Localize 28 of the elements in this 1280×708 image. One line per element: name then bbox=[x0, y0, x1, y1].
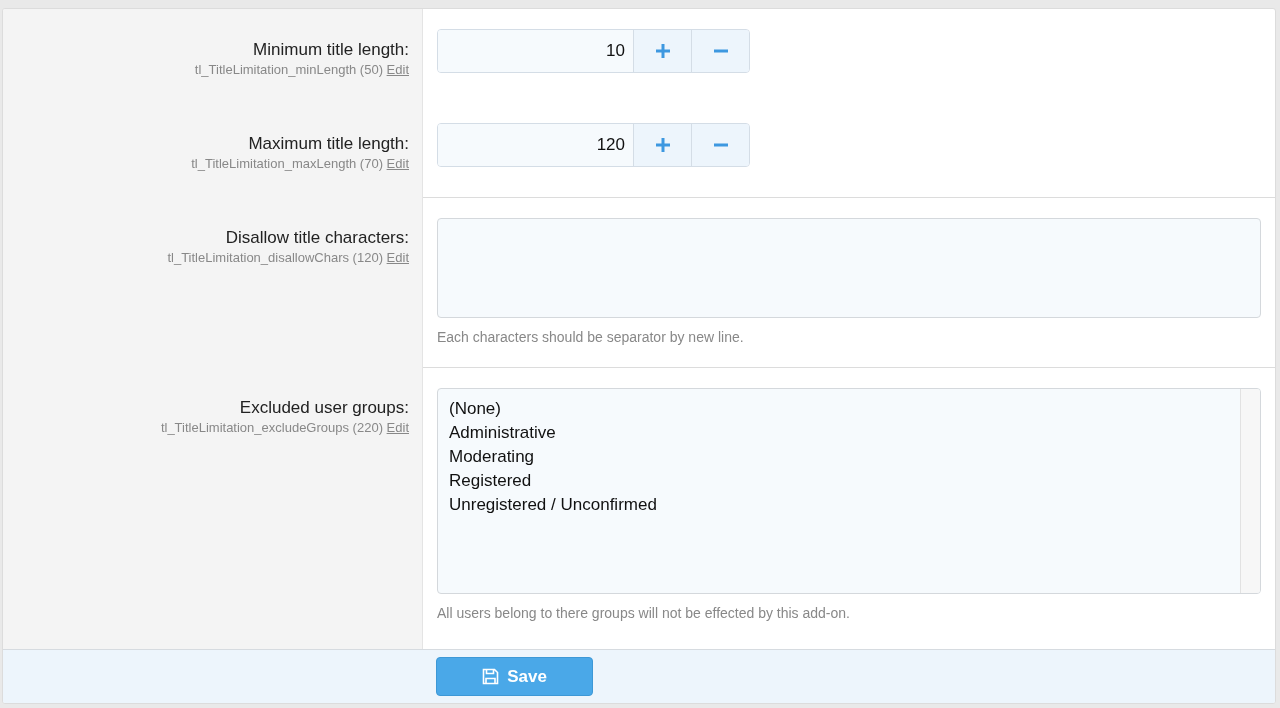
plus-icon bbox=[655, 138, 670, 152]
list-option[interactable]: (None) bbox=[449, 397, 1229, 421]
text-area[interactable] bbox=[437, 218, 1261, 318]
minus-icon bbox=[713, 143, 728, 147]
phrase-name: tl_TitleLimitation_disallowChars (120) Edit bbox=[167, 249, 409, 267]
field-label: Minimum title length: bbox=[253, 39, 409, 61]
increment-button[interactable] bbox=[633, 124, 691, 166]
list-option[interactable]: Unregistered / Unconfirmed bbox=[449, 493, 1229, 517]
number-stepper[interactable]: 120 bbox=[437, 123, 750, 167]
number-stepper[interactable]: 10 bbox=[437, 29, 750, 73]
list-option[interactable]: Moderating bbox=[449, 445, 1229, 469]
plus-icon bbox=[655, 44, 670, 58]
hint-text: All users belong to there groups will not be effected by this add-on. bbox=[437, 605, 851, 621]
phrase-name: tl_TitleLimitation_minLength (50) Edit bbox=[194, 61, 409, 79]
hint-text: Each characters should be separator by new line. bbox=[437, 329, 745, 345]
decrement-button[interactable] bbox=[691, 30, 749, 72]
multi-select-list[interactable]: (None) Administrative Moderating Registered Unregistered / Unconfirmed bbox=[437, 388, 1261, 594]
field-label: Maximum title length: bbox=[248, 133, 409, 155]
field-label: Excluded user groups: bbox=[239, 397, 409, 419]
minus-icon bbox=[713, 49, 728, 53]
phrase-name: tl_TitleLimitation_maxLength (70) Edit bbox=[191, 155, 409, 173]
list-option[interactable]: Registered bbox=[449, 469, 1229, 493]
increment-button[interactable] bbox=[633, 30, 691, 72]
field-label: Disallow title characters: bbox=[225, 227, 409, 249]
phrase-name: tl_TitleLimitation_excludeGroups (220) Edit bbox=[160, 419, 409, 437]
list-option[interactable]: Administrative bbox=[449, 421, 1229, 445]
scrollbar[interactable] bbox=[1240, 389, 1260, 593]
decrement-button[interactable] bbox=[691, 124, 749, 166]
